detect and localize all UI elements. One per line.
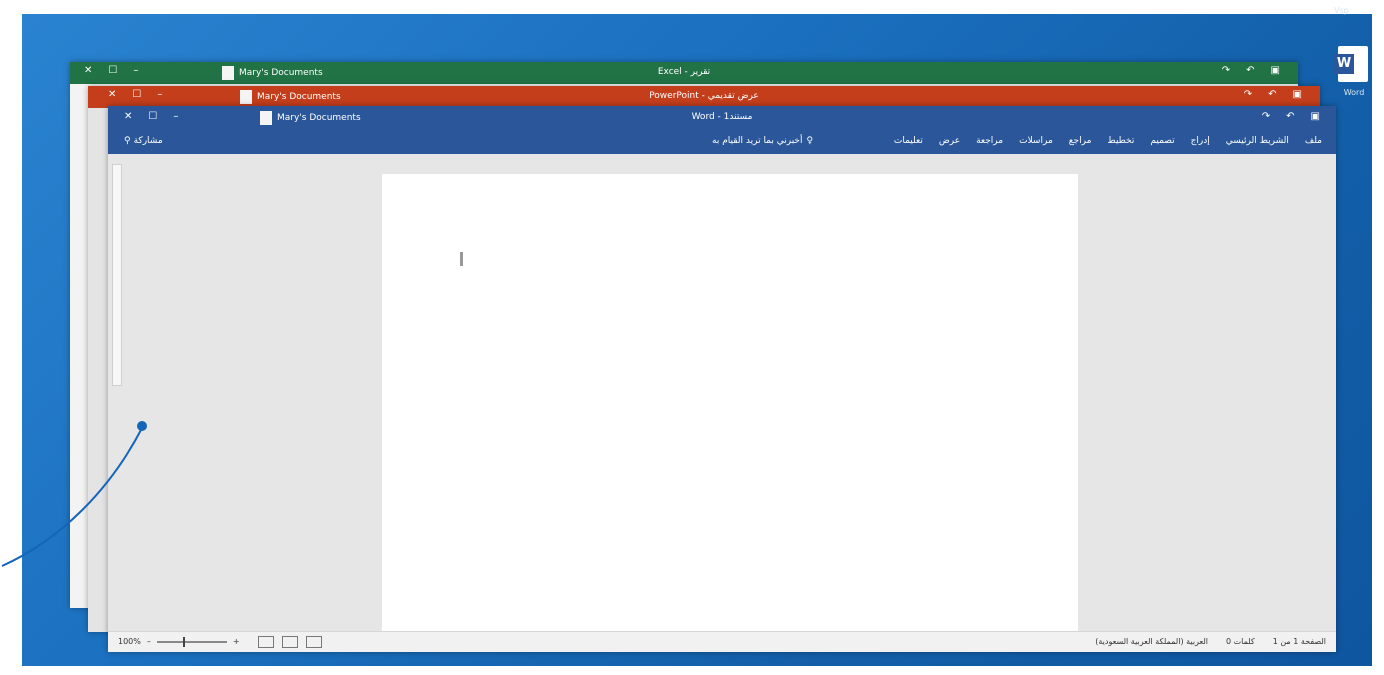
callout-pointer [1,421,147,567]
